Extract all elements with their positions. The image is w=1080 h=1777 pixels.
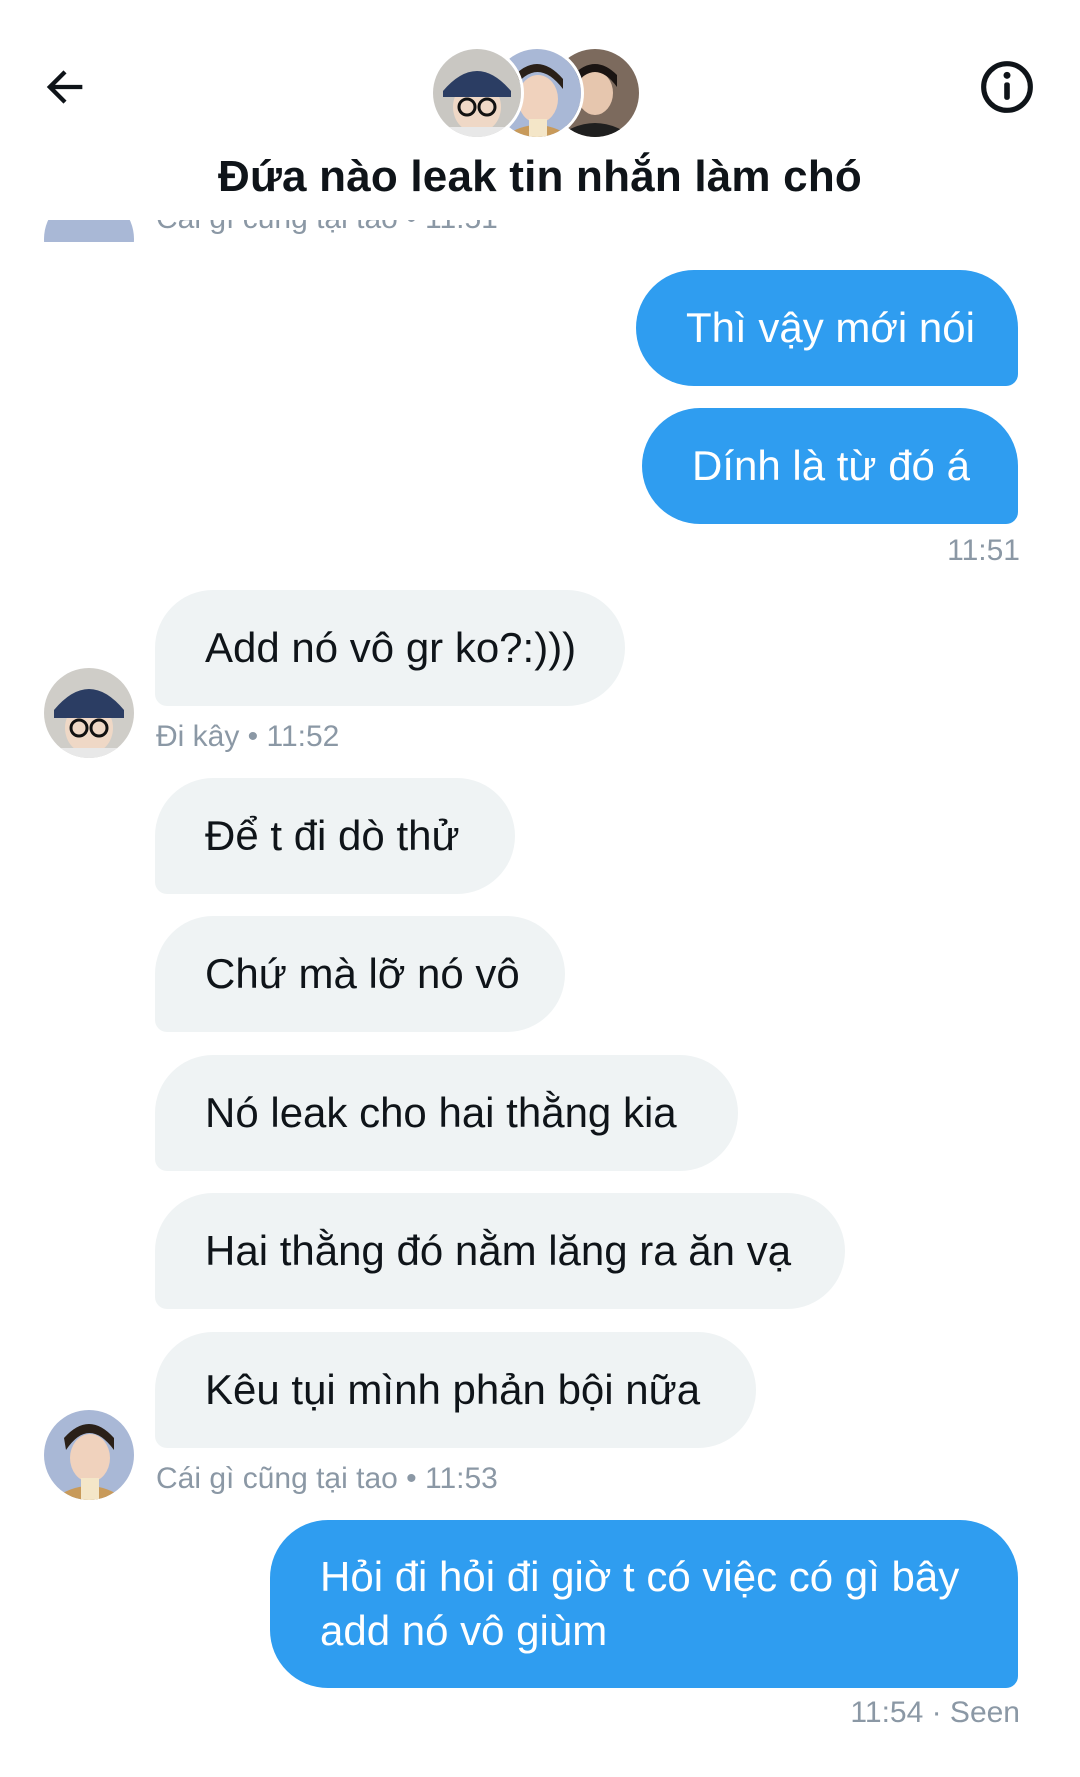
message-status: 11:54 · Seen xyxy=(850,1696,1020,1729)
arrow-left-icon xyxy=(46,70,83,104)
message-text: Để t đi dò thử xyxy=(205,812,460,859)
info-circle-icon xyxy=(981,61,1033,113)
message-text: Kêu tụi mình phản bội nữa xyxy=(205,1366,701,1413)
message-text: Thì vậy mới nói xyxy=(686,304,975,351)
outgoing-message[interactable]: Hỏi đi hỏi đi giờ t có việc có gì bây ad… xyxy=(270,1520,1018,1688)
message-text: Chứ mà lỡ nó vô xyxy=(205,950,520,997)
message-text: Add nó vô gr ko?:))) xyxy=(205,624,577,671)
info-button[interactable] xyxy=(972,52,1042,122)
incoming-message[interactable]: Chứ mà lỡ nó vô xyxy=(155,916,565,1032)
incoming-message[interactable]: Nó leak cho hai thằng kia xyxy=(155,1055,738,1171)
outgoing-message[interactable]: Dính là từ đó á xyxy=(642,408,1018,524)
incoming-message[interactable]: Add nó vô gr ko?:))) xyxy=(155,590,625,706)
sender-avatar[interactable] xyxy=(44,1410,134,1500)
message-text: Nó leak cho hai thằng kia xyxy=(205,1089,677,1136)
message-meta: Cái gì cũng tại tao • 11:53 xyxy=(156,1462,498,1495)
incoming-message[interactable]: Hai thằng đó nằm lăng ra ăn vạ xyxy=(155,1193,845,1309)
incoming-message[interactable]: Để t đi dò thử xyxy=(155,778,515,894)
message-meta: Đi kây • 11:52 xyxy=(156,720,340,753)
message-text: Dính là từ đó á xyxy=(692,442,970,489)
message-timestamp: 11:51 xyxy=(947,534,1020,567)
group-avatars[interactable] xyxy=(430,46,650,140)
avatar xyxy=(430,46,524,140)
incoming-message[interactable]: Kêu tụi mình phản bội nữa xyxy=(155,1332,756,1448)
conversation-header: Đứa nào leak tin nhắn làm chó xyxy=(0,0,1080,220)
message-text: Hai thằng đó nằm lăng ra ăn vạ xyxy=(205,1227,792,1274)
outgoing-message[interactable]: Thì vậy mới nói xyxy=(636,270,1018,386)
message-text: Hỏi đi hỏi đi giờ t có việc có gì bây ad… xyxy=(320,1553,960,1654)
back-button[interactable] xyxy=(30,52,100,122)
conversation-title: Đứa nào leak tin nhắn làm chó xyxy=(217,152,862,201)
sender-avatar[interactable] xyxy=(44,668,134,758)
